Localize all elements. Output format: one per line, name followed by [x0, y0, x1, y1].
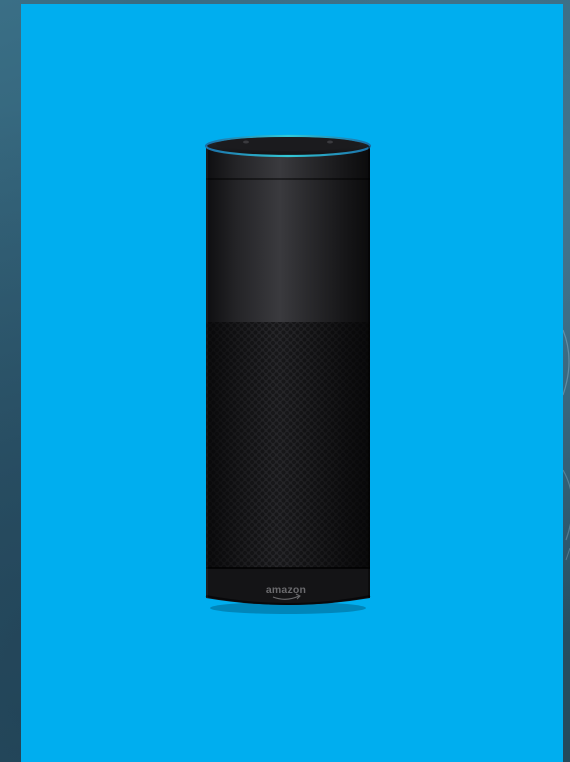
- amazon-logo: amazon: [266, 584, 306, 596]
- microphone-off-button-icon: [243, 140, 249, 144]
- echo-speaker-image: amazon: [204, 134, 372, 614]
- speaker-grille: [206, 322, 370, 570]
- action-button-icon: [327, 140, 333, 144]
